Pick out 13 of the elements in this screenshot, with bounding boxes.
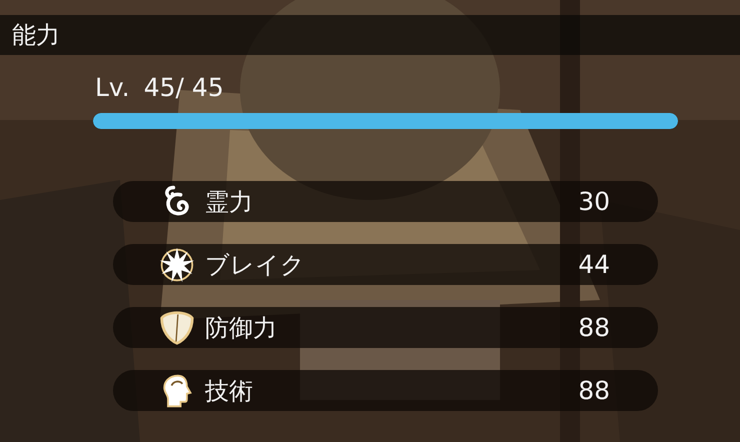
stat-label: ブレイク — [205, 250, 306, 280]
stat-label: 霊力 — [205, 186, 254, 218]
stat-label: 技術 — [205, 376, 254, 406]
level-label: Lv. — [95, 73, 130, 103]
stat-label: 防御力 — [205, 312, 278, 344]
stat-value: 88 — [578, 313, 610, 342]
stat-value: 30 — [578, 187, 610, 216]
section-title: 能力 — [12, 20, 60, 51]
shield-icon — [159, 310, 195, 346]
stat-value: 88 — [578, 376, 610, 405]
burst-icon — [159, 246, 195, 282]
stat-value: 44 — [578, 250, 610, 279]
level-value: 45/ 45 — [144, 73, 224, 103]
